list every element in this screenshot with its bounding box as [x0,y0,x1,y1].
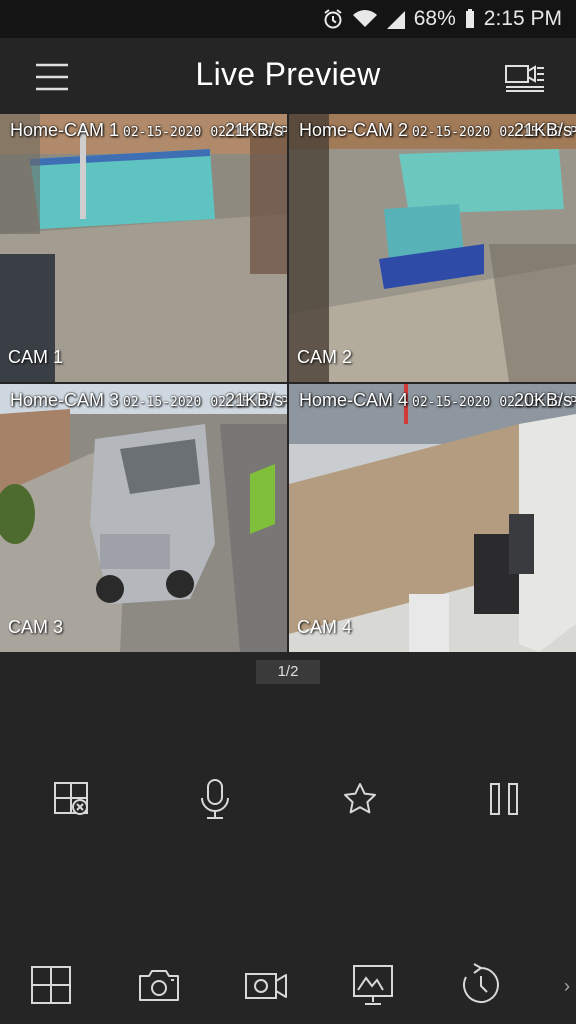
camera-bitrate-4: 20KB/s [513,390,572,410]
split-screen-button[interactable] [27,960,77,1010]
pause-icon [490,783,518,815]
chevron-right-icon[interactable]: › [564,976,570,997]
camera-date-2: 02-15-2020 [412,125,491,140]
wifi-icon [352,8,378,30]
video-camera-icon [245,973,287,999]
battery-percent: 68% [413,7,456,30]
playback-button[interactable] [456,960,506,1010]
camera-tile-1[interactable]: Home-CAM 102-15-2020 02:15:02 PM 21KB/s … [0,114,287,382]
camera-feed-3 [0,384,287,652]
page-indicator: 1/2 [256,660,320,684]
camera-tile-2[interactable]: Home-CAM 202-15-2020 02:15:02 PM 21KB/s … [289,114,576,382]
favorite-button[interactable] [337,776,383,822]
camera-bitrate-2: 21KB/s [513,120,572,140]
pause-button[interactable] [482,776,528,822]
camera-osd-1: Home-CAM 102-15-2020 02:15:02 PM 21KB/s [10,120,287,141]
snapshot-button[interactable] [134,960,184,1010]
status-bar: 68% 2:15 PM [0,0,576,38]
camera-name-1: Home-CAM 1 [10,120,120,140]
camera-date-3: 02-15-2020 [123,395,202,410]
camera-feed-2 [289,114,576,382]
camera-bitrate-1: 21KB/s [224,120,283,140]
camera-bitrate-3: 21KB/s [224,390,283,410]
camera-label-3: CAM 3 [8,617,64,637]
alarm-icon [322,8,344,30]
camera-label-2: CAM 2 [297,347,353,367]
history-icon [463,963,499,1003]
camera-name-4: Home-CAM 4 [299,390,409,410]
battery-icon [464,8,476,30]
page-title: Live Preview [195,56,381,92]
camera-osd-4: Home-CAM 402-15-2020 02:15:02 PM 20KB/s [299,390,576,411]
grid-layout-icon [31,966,71,1004]
monitor-chart-icon [353,965,393,1005]
camera-osd-3: Home-CAM 302-15-2020 02:15:02 PM 21KB/s [10,390,287,411]
camera-tile-3[interactable]: Home-CAM 302-15-2020 02:15:02 PM 21KB/s … [0,384,287,652]
camera-osd-2: Home-CAM 202-15-2020 02:15:02 PM 21KB/s [299,120,576,141]
video-list-icon [505,65,544,92]
camera-label-4: CAM 4 [297,617,353,637]
grid-close-icon [54,782,88,815]
talk-button[interactable] [192,776,238,822]
microphone-icon [201,779,229,819]
camera-icon [139,970,179,1001]
signal-icon [386,8,406,30]
control-toolbar [0,776,576,826]
camera-name-2: Home-CAM 2 [299,120,409,140]
close-all-button[interactable] [50,776,96,822]
camera-feed-4 [289,384,576,652]
camera-tile-4[interactable]: Home-CAM 402-15-2020 02:15:02 PM 20KB/s … [289,384,576,652]
camera-feed-1 [0,114,287,382]
camera-name-3: Home-CAM 3 [10,390,120,410]
camera-date-1: 02-15-2020 [123,125,202,140]
clock-time: 2:15 PM [483,7,562,30]
record-button[interactable] [242,960,292,1010]
bottom-toolbar: › [0,960,576,1016]
camera-date-4: 02-15-2020 [412,395,491,410]
image-quality-button[interactable] [349,960,399,1010]
camera-grid: Home-CAM 102-15-2020 02:15:02 PM 21KB/s … [0,114,576,652]
video-list-button[interactable] [504,60,546,94]
star-icon [344,783,376,814]
camera-label-1: CAM 1 [8,347,64,367]
app-bar: Live Preview [0,38,576,114]
